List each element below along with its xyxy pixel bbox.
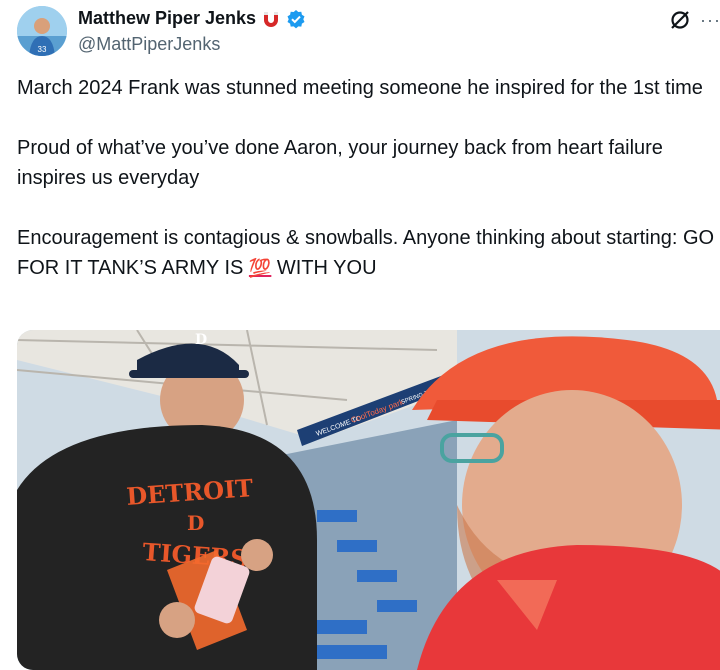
avatar[interactable]: 33 (17, 6, 67, 56)
tweet-paragraph-1: March 2024 Frank was stunned meeting som… (17, 77, 703, 99)
avatar-photo: 33 (17, 6, 67, 56)
avatar-jersey-number: 33 (38, 45, 47, 54)
tweet-media[interactable]: WELCOME TO CoolToday park SPRING TRAININ… (17, 330, 720, 670)
tweet-paragraph-3: Encouragement is contagious & snowballs.… (17, 223, 717, 283)
tweet-paragraph-2: Proud of what’ve you’ve done Aaron, your… (17, 137, 663, 189)
magnet-icon (264, 11, 279, 27)
shirt-letter: D (187, 511, 204, 535)
tweet-header: 33 Matthew Piper Jenks @MattPiperJenks ·… (0, 0, 720, 70)
name-line: Matthew Piper Jenks (78, 8, 306, 29)
verified-badge-icon[interactable] (286, 9, 306, 29)
hundred-points-icon: 💯 (248, 258, 272, 278)
grok-icon[interactable] (668, 8, 692, 32)
tweet-text: March 2024 Frank was stunned meeting som… (17, 73, 717, 283)
more-icon[interactable]: ··· (700, 10, 720, 31)
display-name[interactable]: Matthew Piper Jenks (78, 8, 256, 29)
media-photo: WELCOME TO CoolToday park SPRING TRAININ… (17, 330, 720, 670)
tweet-paragraph-3-end: WITH YOU (271, 257, 377, 279)
cap-letter: D (195, 332, 207, 348)
handle[interactable]: @MattPiperJenks (78, 34, 220, 55)
